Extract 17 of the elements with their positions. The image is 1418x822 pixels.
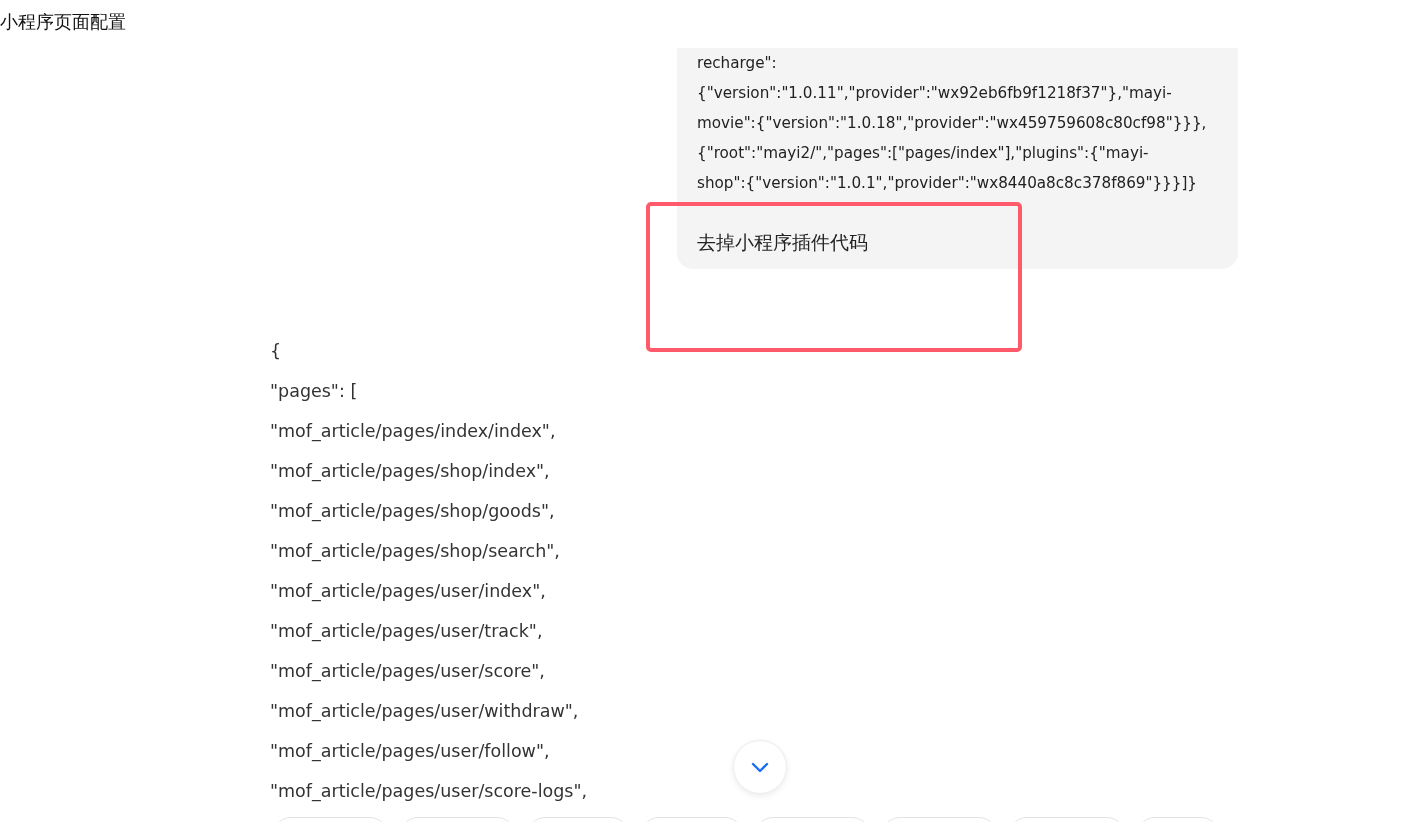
page-title: 小程序页面配置 [0, 11, 126, 33]
code-line: "mof_article/pages/shop/index", [270, 460, 550, 484]
code-line: "mof_article/pages/user/score", [270, 660, 545, 684]
scroll-down-button[interactable] [733, 740, 787, 794]
code-line: "mof_article/pages/user/withdraw", [270, 700, 579, 724]
code-line: "pages": [ [270, 380, 358, 403]
code-line: { [270, 340, 282, 363]
message-code-text: recharge": {"version":"1.0.11","provider":"wx92eb6fb9f1218f37"},"mayi- movie":{"version":"1.0.18","provider":"wx459759608c80cf98"}}}, {"root":"mayi2/","pages":["pages/index"],"plugins":{"mayi- shop":{"version":"1.0.1","provider":"wx8440a8c8c378f869"}}}]} [697, 53, 1207, 194]
code-line: "mof_article/pages/shop/search", [270, 540, 560, 564]
code-line: "mof_article/pages/user/score-logs", [270, 780, 588, 804]
code-line: "mof_article/pages/user/follow", [270, 740, 550, 764]
chevron-down-icon [751, 761, 769, 773]
message-text: 去掉小程序插件代码 [697, 231, 868, 255]
code-line: "mof_article/pages/shop/goods", [270, 500, 555, 524]
code-line: "mof_article/pages/user/track", [270, 620, 543, 644]
code-line: "mof_article/pages/user/index", [270, 580, 546, 604]
code-line: "mof_article/pages/index/index", [270, 420, 556, 444]
